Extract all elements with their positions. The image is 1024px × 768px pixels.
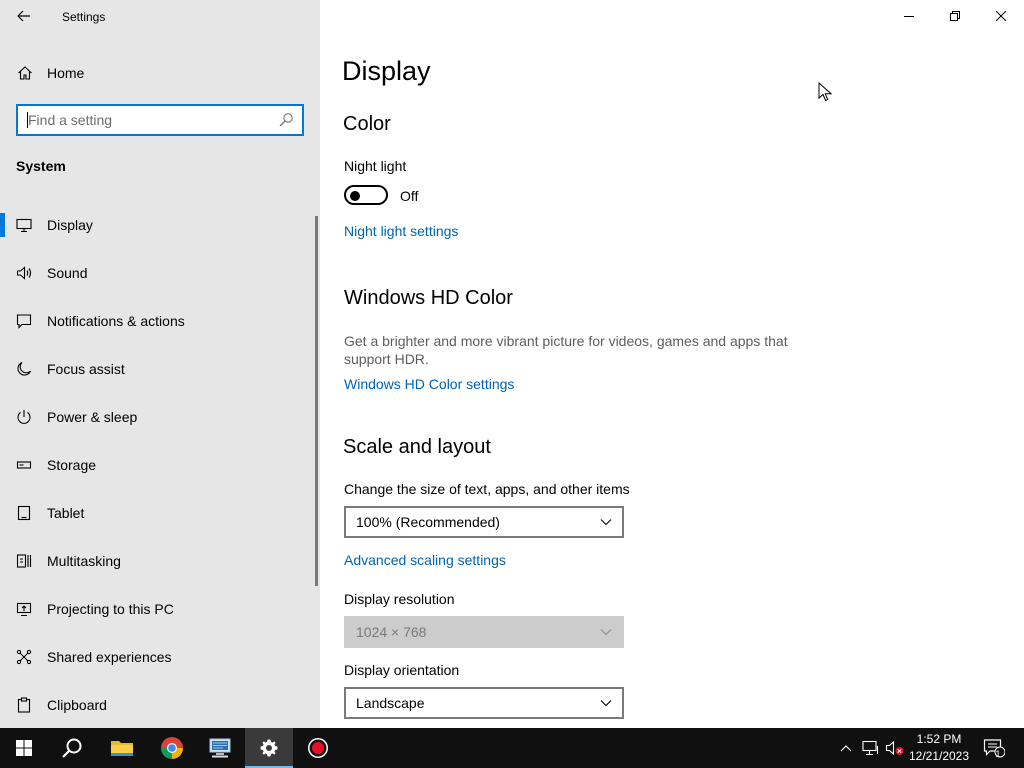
settings-gear-icon xyxy=(260,739,278,757)
sidebar-item-home[interactable]: Home xyxy=(0,56,320,90)
chevron-down-icon xyxy=(600,700,612,707)
mouse-cursor-icon xyxy=(818,82,832,102)
taskbar-network-app[interactable] xyxy=(196,728,244,768)
projecting-icon xyxy=(16,602,32,617)
sidebar-item-multitasking[interactable]: Multitasking xyxy=(0,537,320,585)
notification-icon xyxy=(16,314,32,329)
sidebar-item-storage[interactable]: Storage xyxy=(0,441,320,489)
tray-volume[interactable] xyxy=(884,728,906,768)
taskbar-chrome[interactable] xyxy=(148,728,196,768)
advanced-scaling-link[interactable]: Advanced scaling settings xyxy=(344,552,506,568)
sidebar-nav: Display Sound Notifications & actions Fo… xyxy=(0,201,320,729)
orientation-value: Landscape xyxy=(356,695,425,711)
moon-icon xyxy=(17,361,32,376)
app-title: Settings xyxy=(62,10,106,24)
scale-value: 100% (Recommended) xyxy=(356,514,500,530)
orientation-label: Display orientation xyxy=(344,662,460,678)
night-light-label: Night light xyxy=(344,158,407,174)
sidebar-item-label: Home xyxy=(47,65,85,81)
sidebar-item-focus-assist[interactable]: Focus assist xyxy=(0,345,320,393)
sidebar-item-tablet[interactable]: Tablet xyxy=(0,489,320,537)
search-icon xyxy=(62,738,82,758)
sidebar-item-label: Multitasking xyxy=(47,553,121,569)
sidebar-item-label: Power & sleep xyxy=(47,409,138,425)
orientation-dropdown[interactable]: Landscape xyxy=(344,687,624,719)
text-caret xyxy=(27,112,28,128)
volume-muted-icon xyxy=(885,740,904,756)
taskbar-clock[interactable]: 1:52 PM 12/21/2023 xyxy=(904,731,974,765)
sidebar-item-label: Sound xyxy=(47,265,88,281)
sidebar-item-label: Tablet xyxy=(47,505,85,521)
monitor-icon xyxy=(16,218,32,233)
night-light-state: Off xyxy=(400,188,419,204)
file-explorer-icon xyxy=(111,741,133,756)
start-button[interactable] xyxy=(0,728,48,768)
sidebar-item-display[interactable]: Display xyxy=(0,201,320,249)
hd-color-heading: Windows HD Color xyxy=(344,287,513,309)
taskbar-search-button[interactable] xyxy=(48,728,96,768)
resolution-dropdown: 1024 × 768 xyxy=(344,616,624,648)
speaker-icon xyxy=(16,266,32,280)
sidebar-scrollbar[interactable] xyxy=(315,216,318,586)
taskbar-file-explorer[interactable] xyxy=(98,728,146,768)
home-icon xyxy=(18,66,32,80)
main-content: Display Color Night light Off Night ligh… xyxy=(320,0,1024,728)
search-box[interactable] xyxy=(16,104,304,136)
tray-network[interactable] xyxy=(860,728,882,768)
sidebar-item-label: Storage xyxy=(47,457,97,473)
sidebar-item-label: Notifications & actions xyxy=(47,313,185,329)
section-label: System xyxy=(16,158,66,174)
taskbar-recorder[interactable] xyxy=(294,728,342,768)
sidebar-item-sound[interactable]: Sound xyxy=(0,249,320,297)
night-light-toggle[interactable] xyxy=(344,185,388,205)
sidebar: Settings Home System Display Sound Notif… xyxy=(0,0,320,728)
sidebar-item-power-sleep[interactable]: Power & sleep xyxy=(0,393,320,441)
toggle-knob xyxy=(350,191,360,201)
record-icon xyxy=(308,738,328,758)
sidebar-item-label: Shared experiences xyxy=(47,649,172,665)
resolution-value: 1024 × 768 xyxy=(356,624,427,640)
hd-color-description: Get a brighter and more vibrant picture … xyxy=(344,333,788,367)
multitasking-icon xyxy=(16,554,32,568)
action-center-button[interactable]: 1 xyxy=(980,728,1008,768)
color-heading: Color xyxy=(343,113,391,135)
clock-time: 1:52 PM xyxy=(916,732,962,746)
chevron-down-icon xyxy=(600,519,612,526)
hd-color-settings-link[interactable]: Windows HD Color settings xyxy=(344,376,514,392)
sidebar-item-label: Display xyxy=(47,217,93,233)
clock-date: 12/21/2023 xyxy=(908,749,970,763)
scale-dropdown[interactable]: 100% (Recommended) xyxy=(344,506,624,538)
page-title: Display xyxy=(342,56,431,86)
sidebar-item-notifications[interactable]: Notifications & actions xyxy=(0,297,320,345)
sidebar-item-label: Focus assist xyxy=(47,361,125,377)
shared-experiences-icon xyxy=(16,649,32,665)
tray-show-hidden[interactable] xyxy=(836,728,856,768)
chevron-up-icon xyxy=(840,745,852,752)
sidebar-item-shared-experiences[interactable]: Shared experiences xyxy=(0,633,320,681)
network-computer-icon xyxy=(209,738,231,758)
power-icon xyxy=(17,410,31,424)
search-input[interactable] xyxy=(18,106,278,134)
network-icon xyxy=(862,740,879,756)
taskbar-settings[interactable] xyxy=(245,728,293,768)
clipboard-icon xyxy=(17,697,31,713)
tablet-icon xyxy=(17,505,31,521)
resolution-label: Display resolution xyxy=(344,591,455,607)
sidebar-item-projecting[interactable]: Projecting to this PC xyxy=(0,585,320,633)
sidebar-item-label: Projecting to this PC xyxy=(47,601,174,617)
notification-count-badge: 1 xyxy=(995,749,1001,759)
sidebar-item-clipboard[interactable]: Clipboard xyxy=(0,681,320,729)
windows-start-icon xyxy=(16,740,32,756)
chevron-down-icon xyxy=(600,629,612,636)
scale-layout-heading: Scale and layout xyxy=(343,436,491,458)
storage-icon xyxy=(16,461,32,469)
back-arrow-icon xyxy=(17,10,30,22)
back-button[interactable] xyxy=(10,4,38,28)
scale-label: Change the size of text, apps, and other… xyxy=(344,481,630,497)
sidebar-item-label: Clipboard xyxy=(47,697,107,713)
search-icon[interactable] xyxy=(278,112,294,128)
taskbar: 1:52 PM 12/21/2023 1 xyxy=(0,728,1024,768)
night-light-settings-link[interactable]: Night light settings xyxy=(344,223,458,239)
chrome-icon xyxy=(161,737,183,759)
